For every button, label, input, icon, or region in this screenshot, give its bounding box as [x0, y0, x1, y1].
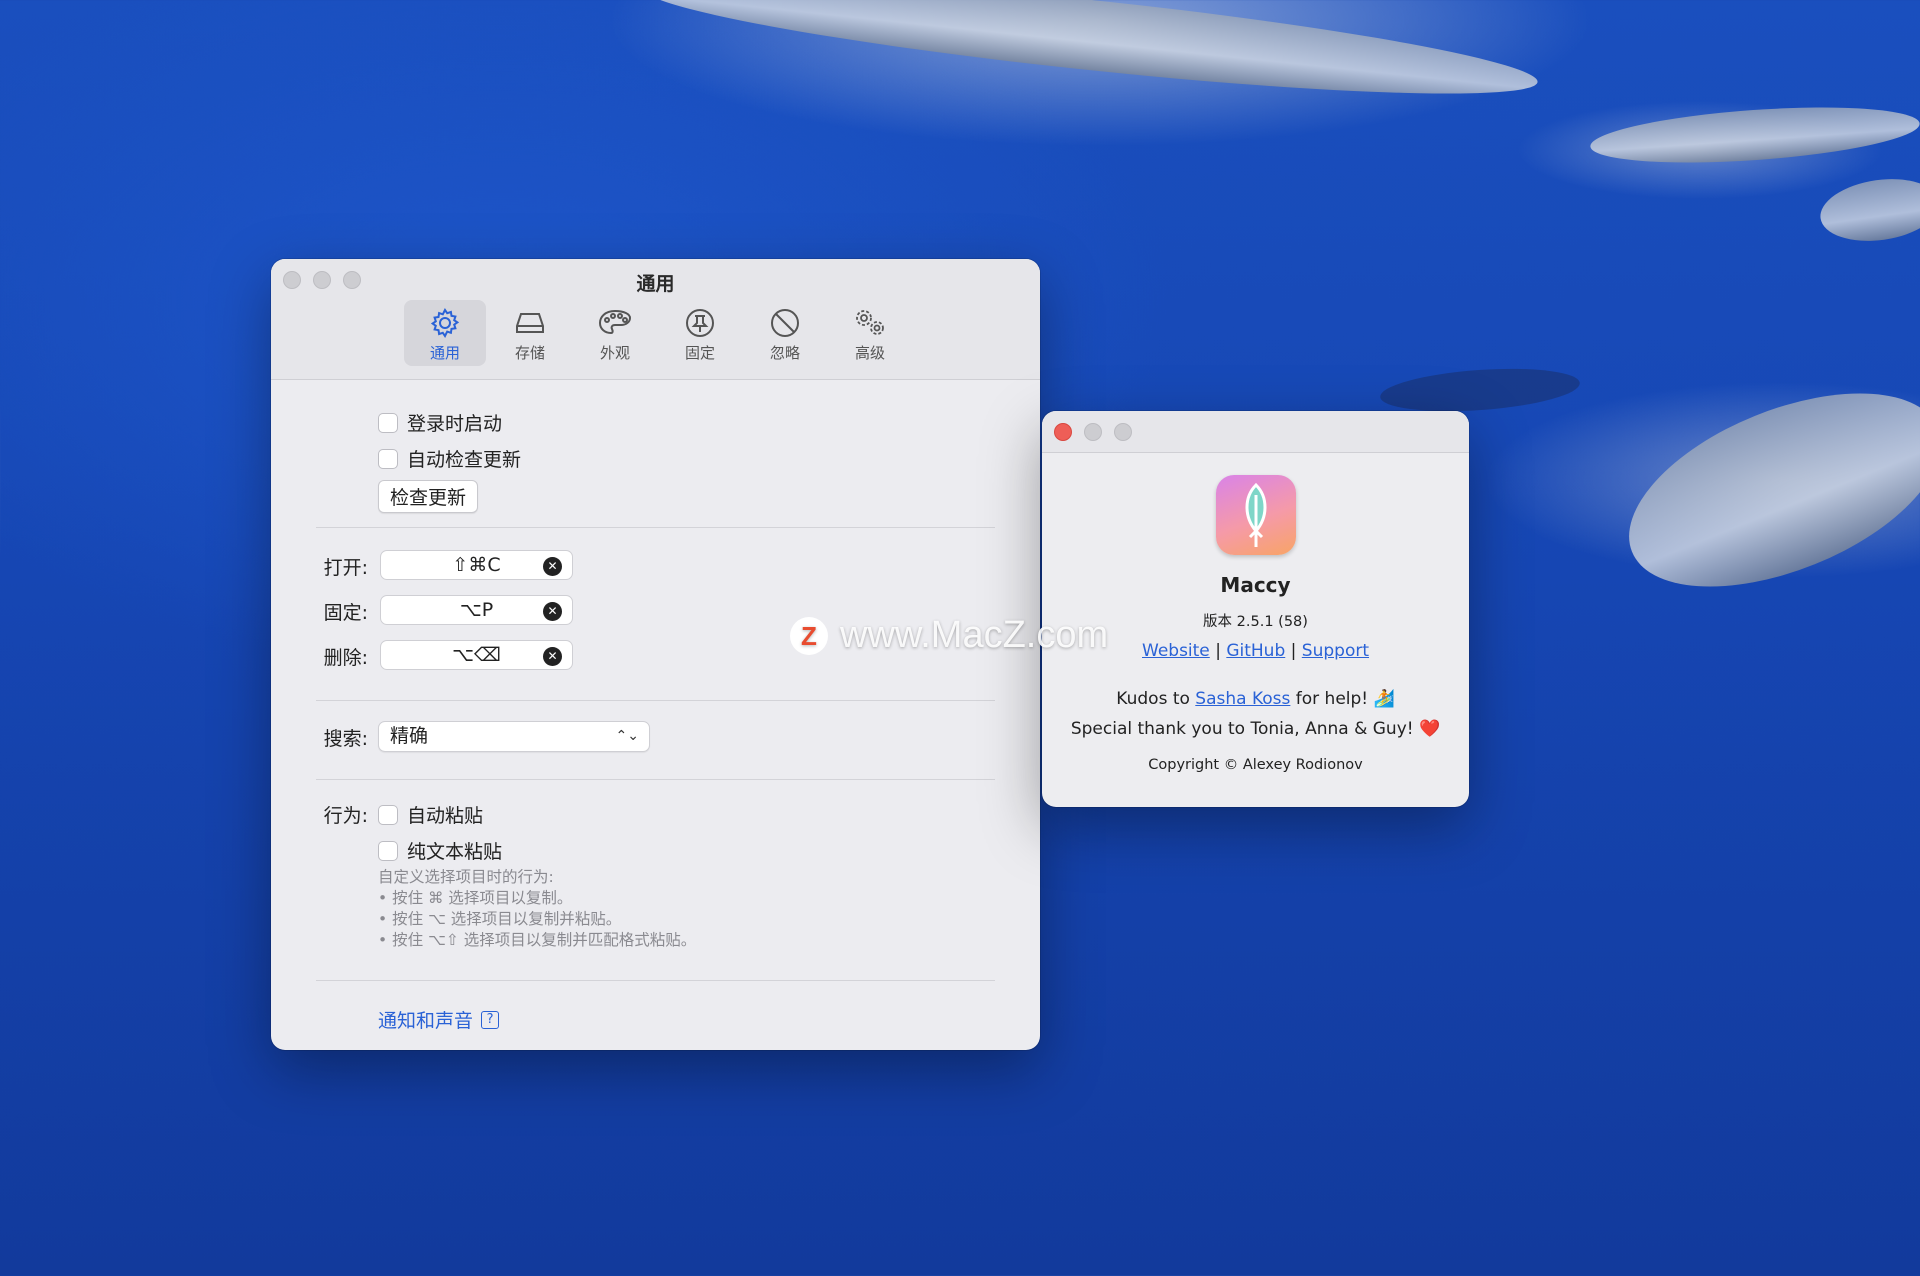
app-name: Maccy [1220, 573, 1291, 597]
tab-ignore[interactable]: 忽略 [744, 300, 826, 366]
kudos-suffix: for help! 🏄 [1290, 689, 1395, 709]
plain-text-paste-row[interactable]: 纯文本粘贴 [378, 837, 502, 864]
storage-icon [516, 313, 544, 333]
divider [316, 700, 995, 701]
open-shortcut-value: ⇧⌘C [452, 554, 501, 576]
delete-shortcut-field[interactable]: ⌥⌫ ✕ [380, 640, 573, 670]
background-dolphin [1602, 354, 1920, 626]
background-dolphin [638, 0, 1542, 117]
background-dolphin [1588, 98, 1920, 172]
link-separator: | [1215, 641, 1221, 661]
behavior-hint: 自定义选择项目时的行为: • 按住 ⌘ 选择项目以复制。 • 按住 ⌥ 选择项目… [378, 867, 696, 951]
general-pane: 登录时启动 自动检查更新 检查更新 打开: ⇧⌘C ✕ 固定: ⌥P ✕ 删除:… [271, 380, 1040, 1050]
watermark-text: www.MacZ.com [840, 614, 1109, 656]
tab-label: 通用 [429, 344, 460, 362]
clear-shortcut-icon[interactable]: ✕ [543, 602, 562, 621]
tab-label: 存储 [514, 344, 545, 362]
copyright: Copyright © Alexey Rodionov [1148, 757, 1363, 773]
hint-line: • 按住 ⌥⇧ 选择项目以复制并匹配格式粘贴。 [378, 931, 697, 949]
hint-title: 自定义选择项目时的行为: [378, 868, 554, 886]
watermark: Z www.MacZ.com [790, 614, 1108, 657]
about-titlebar [1042, 411, 1469, 453]
website-link[interactable]: Website [1142, 641, 1210, 661]
preferences-titlebar: 通用 通用 存储 外观 固定 忽略 高级 [271, 259, 1040, 380]
tab-pins[interactable]: 固定 [659, 300, 741, 366]
pin-shortcut-label: 固定: [323, 602, 368, 624]
tab-storage[interactable]: 存储 [489, 300, 571, 366]
thanks-line: Special thank you to Tonia, Anna & Guy! … [1070, 719, 1441, 739]
notifications-sounds-link[interactable]: 通知和声音 ? [378, 1006, 500, 1033]
gears-icon [856, 310, 884, 335]
palette-icon [598, 309, 632, 335]
zoom-button[interactable] [1114, 423, 1132, 441]
tab-label: 外观 [599, 344, 630, 362]
chevron-updown-icon: ⌃⌄ [615, 728, 639, 744]
hint-line: • 按住 ⌥ 选择项目以复制并粘贴。 [378, 910, 622, 928]
delete-shortcut-value: ⌥⌫ [452, 644, 501, 666]
auto-paste-label: 自动粘贴 [407, 805, 484, 827]
check-updates-button[interactable]: 检查更新 [378, 480, 479, 513]
launch-at-login-checkbox[interactable] [378, 412, 398, 433]
link-separator: | [1290, 641, 1297, 661]
about-window: Maccy 版本 2.5.1 (58) Website | GitHub | S… [1042, 411, 1469, 807]
auto-paste-row[interactable]: 自动粘贴 [378, 801, 483, 828]
close-button[interactable] [1054, 423, 1072, 441]
clear-shortcut-icon[interactable]: ✕ [543, 647, 562, 666]
window-title: 通用 [636, 273, 675, 295]
background-dolphin [1378, 363, 1582, 417]
launch-at-login-label: 登录时启动 [407, 413, 503, 435]
behavior-label: 行为: [323, 805, 368, 827]
delete-shortcut-label: 删除: [323, 647, 368, 669]
preferences-toolbar: 通用 存储 外观 固定 忽略 高级 [404, 300, 911, 366]
tab-general[interactable]: 通用 [404, 300, 486, 366]
notifications-sounds-label: 通知和声音 [378, 1010, 474, 1032]
auto-check-updates-row[interactable]: 自动检查更新 [378, 445, 521, 472]
app-icon [1216, 475, 1296, 555]
auto-check-updates-label: 自动检查更新 [407, 449, 522, 471]
tab-appearance[interactable]: 外观 [574, 300, 656, 366]
github-link[interactable]: GitHub [1226, 641, 1285, 661]
clear-shortcut-icon[interactable]: ✕ [543, 557, 562, 576]
divider [316, 779, 995, 780]
tab-label: 固定 [684, 344, 715, 362]
search-mode-value: 精确 [390, 725, 429, 747]
gear-icon [430, 308, 460, 338]
search-mode-select[interactable]: 精确 ⌃⌄ [378, 721, 650, 752]
prohibit-icon [771, 309, 799, 337]
hint-line: • 按住 ⌘ 选择项目以复制。 [378, 889, 573, 907]
search-mode-label: 搜索: [323, 728, 368, 750]
pin-icon [686, 309, 714, 337]
help-icon[interactable]: ? [481, 1010, 500, 1029]
divider [316, 527, 995, 528]
plain-text-paste-label: 纯文本粘贴 [407, 841, 503, 863]
kudos-line: Kudos to Sasha Koss for help! 🏄 [1042, 689, 1469, 709]
watermark-logo: Z [790, 616, 828, 655]
plain-text-paste-checkbox[interactable] [378, 840, 398, 861]
open-shortcut-field[interactable]: ⇧⌘C ✕ [380, 550, 573, 580]
auto-paste-checkbox[interactable] [378, 804, 398, 825]
pin-shortcut-field[interactable]: ⌥P ✕ [380, 595, 573, 625]
tab-label: 忽略 [769, 344, 800, 362]
tab-label: 高级 [854, 344, 885, 362]
background-dolphin [1816, 171, 1920, 249]
launch-at-login-row[interactable]: 登录时启动 [378, 409, 502, 436]
divider [316, 980, 995, 981]
auto-check-updates-checkbox[interactable] [378, 448, 398, 469]
feather-icon [1245, 482, 1267, 547]
pin-shortcut-value: ⌥P [459, 599, 494, 621]
kudos-prefix: Kudos to [1116, 689, 1196, 709]
sasha-koss-link[interactable]: Sasha Koss [1195, 689, 1290, 709]
tab-advanced[interactable]: 高级 [829, 300, 911, 366]
minimize-button[interactable] [1084, 423, 1102, 441]
window-controls [1054, 423, 1132, 441]
support-link[interactable]: Support [1302, 641, 1369, 661]
open-shortcut-label: 打开: [323, 557, 368, 579]
